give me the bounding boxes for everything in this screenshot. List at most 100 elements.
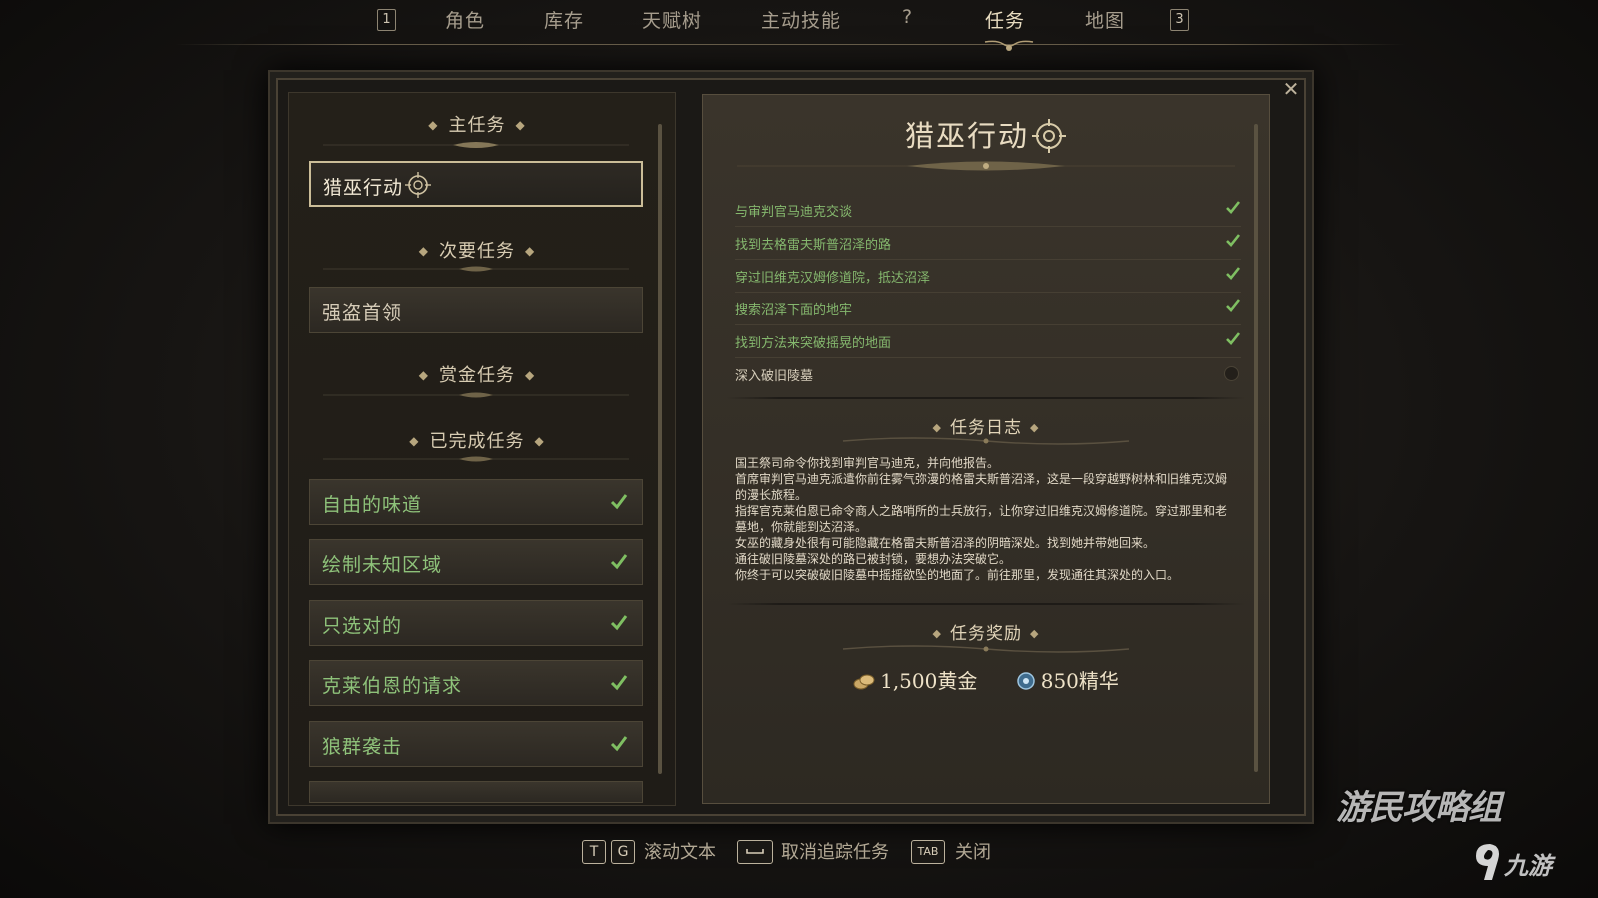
rewards-header: ◆ 任务奖励 ◆ bbox=[932, 624, 1040, 644]
prev-tab-key[interactable]: 1 bbox=[377, 9, 396, 31]
checkmark-icon bbox=[610, 554, 628, 570]
active-tab-ornament-icon bbox=[984, 40, 1034, 51]
reward-gold-text: 1,500黄金 bbox=[880, 669, 978, 693]
bounty-quests-header: ◆ 赏金任务 ◆ bbox=[418, 365, 536, 386]
quest-item-bandit-leader[interactable]: 强盗首领 bbox=[309, 287, 643, 333]
tab-active-skills[interactable]: 主动技能 bbox=[761, 6, 841, 33]
quest-list-panel: ◆ 主任务 ◆ 猎巫行动 ◆ 次要任务 ◆ 强盗首领 ◆ 赏金任务 ◆ ◆ 已完成任务 ◆ bbox=[288, 92, 676, 806]
quest-item-label: 猎巫行动 bbox=[323, 177, 404, 199]
bounty-quests-label: 赏金任务 bbox=[439, 365, 515, 386]
essence-icon bbox=[1016, 671, 1035, 690]
journal-entry: 通往破旧陵墓深处的路已被封锁，要想办法突破它。 bbox=[735, 552, 1012, 566]
objective-text: 与审判官马迪克交谈 bbox=[735, 205, 853, 220]
checkmark-icon bbox=[1226, 332, 1241, 345]
top-navigation: 1 角色 库存 天赋树 主动技能 ? 任务 地图 3 bbox=[0, 0, 1598, 51]
objective-text: 搜索沼泽下面的地牢 bbox=[735, 303, 853, 318]
quest-title: 猎巫行动 bbox=[703, 113, 1269, 156]
rewards-header-label: 任务奖励 bbox=[950, 624, 1022, 644]
journal-entry: 指挥官克莱伯恩已命令商人之路哨所的士兵放行，让你穿过旧维克汉姆修道院。穿过那里和… bbox=[735, 504, 1228, 534]
quest-item-wolf-pack-attack[interactable]: 狼群袭击 bbox=[309, 721, 643, 767]
section-ornament-icon bbox=[323, 142, 629, 148]
gold-coins-icon bbox=[853, 674, 875, 689]
key-t[interactable]: T bbox=[582, 840, 606, 864]
quest-item-claiborne-request[interactable]: 克莱伯恩的请求 bbox=[309, 660, 643, 706]
tab-unknown[interactable]: ? bbox=[902, 6, 913, 28]
tab-talent-tree[interactable]: 天赋树 bbox=[642, 6, 702, 33]
objective-text: 穿过旧维克汉姆修道院，抵达沼泽 bbox=[735, 271, 931, 286]
quest-item-chart-unknown[interactable]: 绘制未知区域 bbox=[309, 539, 643, 585]
quest-detail-panel: 猎巫行动 与审判官马迪克交谈 找到去格雷夫斯普沼泽的路 穿过旧维克汉姆修道院，抵… bbox=[702, 94, 1270, 804]
quest-detail-scrollbar[interactable] bbox=[1254, 124, 1258, 772]
quest-list-scrollbar[interactable] bbox=[658, 124, 662, 774]
checkmark-icon bbox=[1226, 201, 1241, 214]
reward-essence-text: 850精华 bbox=[1040, 669, 1119, 693]
objective-row: 深入破旧陵墓 bbox=[735, 357, 1241, 390]
reward-gold: 1,500黄金 bbox=[853, 665, 977, 694]
section-divider bbox=[727, 397, 1245, 399]
tab-map[interactable]: 地图 bbox=[1085, 6, 1125, 33]
quest-item-partial[interactable] bbox=[309, 781, 643, 803]
checkmark-icon bbox=[610, 736, 628, 752]
quest-journal: 国王祭司命令你找到审判官马迪克，并向他报告。 首席审判官马迪克派遣你前往雾气弥漫… bbox=[735, 455, 1235, 583]
journal-entry: 你终于可以突破破旧陵墓中摇摇欲坠的地面了。前往那里，发现通往其深处的入口。 bbox=[735, 568, 1180, 582]
section-divider bbox=[727, 603, 1245, 605]
section-ornament-icon bbox=[323, 456, 629, 462]
tab-character[interactable]: 角色 bbox=[445, 6, 485, 33]
checkmark-icon bbox=[1226, 267, 1241, 280]
untrack-quest-hint[interactable]: 取消追踪任务 bbox=[781, 838, 889, 864]
quest-item-witch-hunt[interactable]: 猎巫行动 bbox=[309, 161, 643, 207]
objective-text: 找到去格雷夫斯普沼泽的路 bbox=[735, 238, 892, 253]
next-tab-key[interactable]: 3 bbox=[1170, 9, 1189, 31]
close-icon[interactable]: ✕ bbox=[1280, 78, 1302, 100]
key-g[interactable]: G bbox=[611, 840, 635, 864]
checkmark-icon bbox=[1226, 299, 1241, 312]
quest-item-taste-of-freedom[interactable]: 自由的味道 bbox=[309, 479, 643, 525]
watermark-logo-icon bbox=[1476, 844, 1499, 880]
watermark-subtext: 九游 bbox=[1504, 852, 1552, 880]
spacebar-icon bbox=[746, 849, 764, 854]
journal-entry: 首席审判官马迪克派遣你前往雾气弥漫的格雷夫斯普沼泽，这是一段穿越野树林和旧维克汉… bbox=[735, 472, 1228, 502]
tab-inventory[interactable]: 库存 bbox=[544, 6, 584, 33]
checkmark-icon bbox=[1226, 234, 1241, 247]
checkmark-icon bbox=[610, 675, 628, 691]
journal-entry: 女巫的藏身处很有可能隐藏在格雷夫斯普沼泽的阴暗深处。找到她并带她回来。 bbox=[735, 536, 1156, 550]
quest-item-label: 自由的味道 bbox=[322, 494, 423, 516]
reward-essence: 850精华 bbox=[1016, 665, 1119, 694]
main-quests-header: ◆ 主任务 ◆ bbox=[428, 115, 526, 136]
objective-row: 找到去格雷夫斯普沼泽的路 bbox=[735, 226, 1241, 260]
quest-item-label: 狼群袭击 bbox=[322, 736, 403, 758]
journal-ornament-icon bbox=[842, 437, 1130, 445]
title-ornament-icon bbox=[737, 161, 1235, 171]
quest-item-label: 强盗首领 bbox=[322, 302, 403, 324]
quest-title-text: 猎巫行动 bbox=[904, 119, 1029, 153]
nav-divider bbox=[175, 44, 1405, 45]
quest-item-label: 克莱伯恩的请求 bbox=[322, 675, 463, 697]
completed-quests-header: ◆ 已完成任务 ◆ bbox=[409, 431, 545, 452]
main-quests-label: 主任务 bbox=[448, 115, 506, 136]
key-tab[interactable]: TAB bbox=[911, 840, 945, 864]
journal-entry: 国王祭司命令你找到审判官马迪克，并向他报告。 bbox=[735, 456, 1000, 470]
key-space[interactable] bbox=[737, 840, 773, 864]
close-hint[interactable]: 关闭 bbox=[955, 838, 991, 864]
side-quests-header: ◆ 次要任务 ◆ bbox=[418, 241, 536, 262]
quest-rewards: 1,500黄金 850精华 bbox=[703, 665, 1269, 694]
checkmark-icon bbox=[610, 494, 628, 510]
key-hints-bar: T G 滚动文本 取消追踪任务 TAB 关闭 bbox=[0, 834, 1598, 868]
side-quests-label: 次要任务 bbox=[439, 241, 515, 262]
watermark-text: 游民攻略组 bbox=[1336, 788, 1502, 828]
rewards-ornament-icon bbox=[842, 645, 1130, 653]
objective-text: 深入破旧陵墓 bbox=[735, 369, 814, 384]
completed-quests-label: 已完成任务 bbox=[429, 431, 525, 452]
quest-item-only-right-one[interactable]: 只选对的 bbox=[309, 600, 643, 646]
tracked-target-icon bbox=[1032, 119, 1066, 153]
section-ornament-icon bbox=[323, 266, 629, 272]
objective-text: 找到方法来突破摇晃的地面 bbox=[735, 336, 892, 351]
tab-quests[interactable]: 任务 bbox=[985, 6, 1025, 33]
tracked-target-icon bbox=[405, 172, 431, 198]
pending-circle-icon bbox=[1224, 366, 1239, 381]
section-ornament-icon bbox=[323, 392, 629, 398]
scroll-text-hint[interactable]: 滚动文本 bbox=[644, 838, 716, 864]
quest-item-label: 只选对的 bbox=[322, 615, 403, 637]
objective-row: 与审判官马迪克交谈 bbox=[735, 193, 1241, 227]
objective-row: 穿过旧维克汉姆修道院，抵达沼泽 bbox=[735, 259, 1241, 293]
